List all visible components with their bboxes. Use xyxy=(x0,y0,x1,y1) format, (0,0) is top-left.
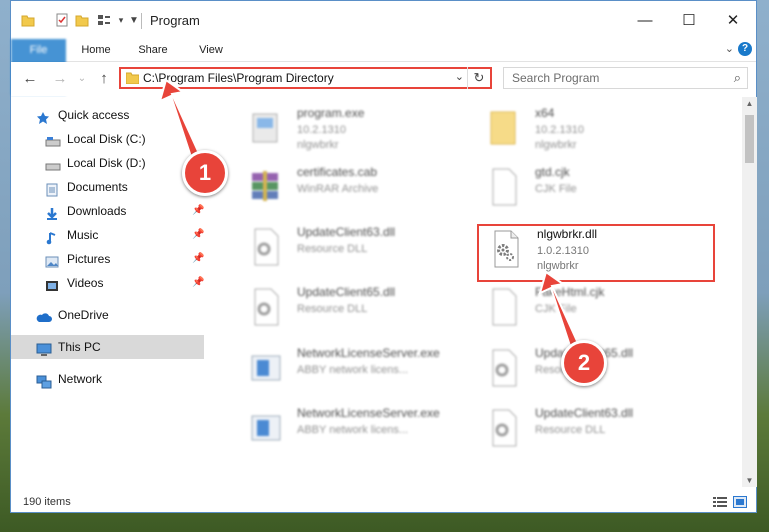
step-2-callout: 2 xyxy=(561,340,607,386)
step-1-callout: 1 xyxy=(182,150,228,196)
annotation-arrows xyxy=(158,78,584,360)
